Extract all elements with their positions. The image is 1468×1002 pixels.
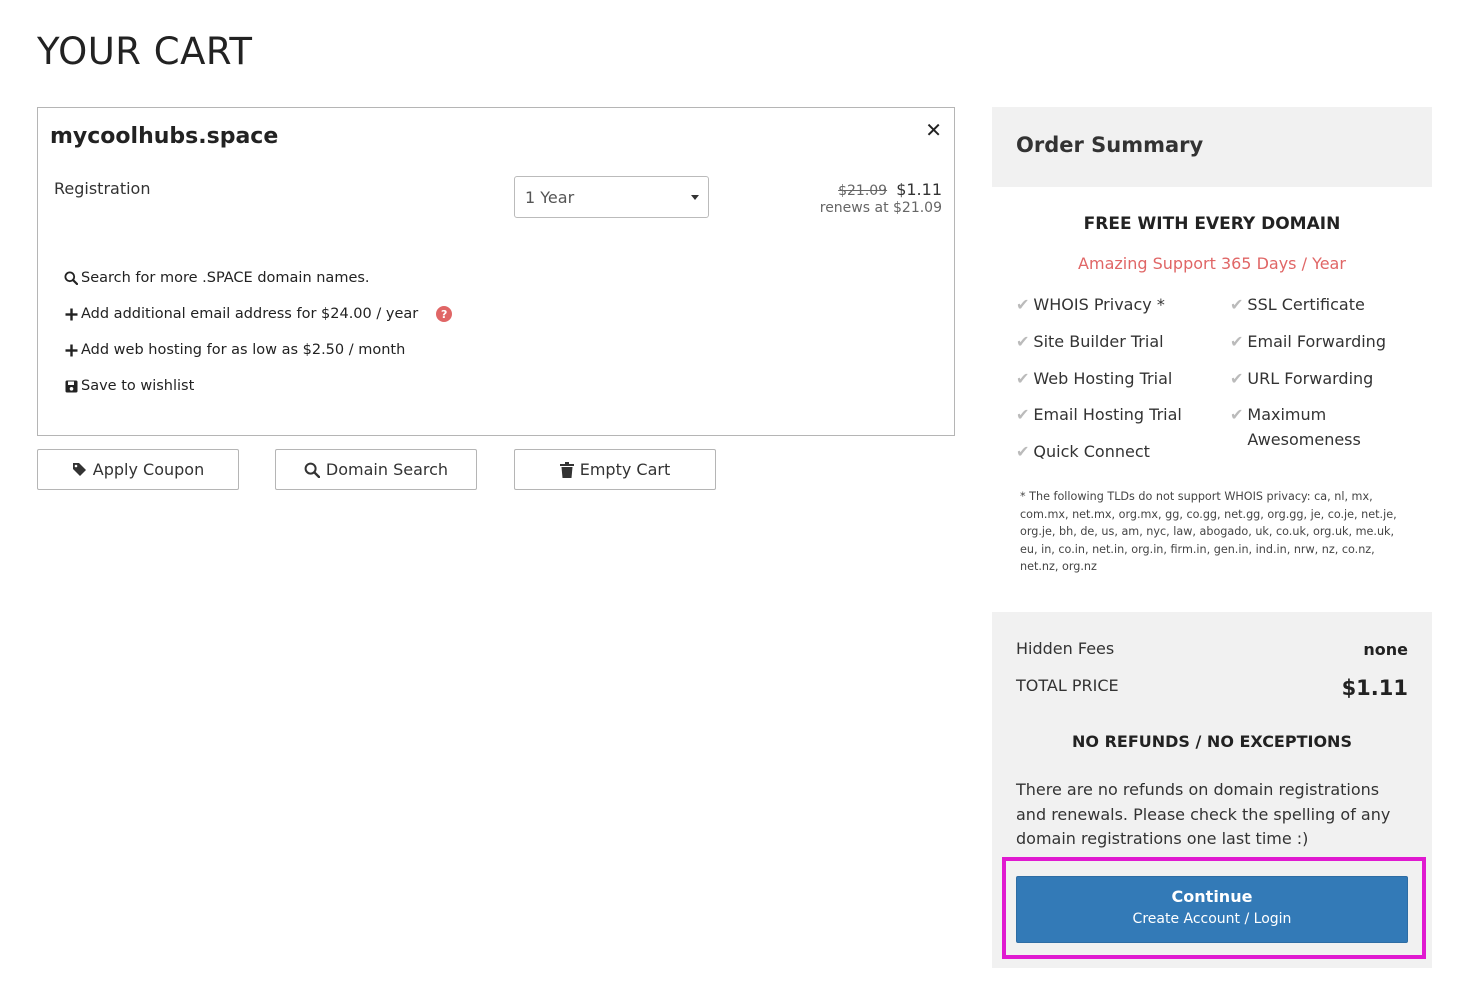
check-icon: ✔ [1016, 442, 1030, 461]
free-with-domain-title: FREE WITH EVERY DOMAIN [1083, 214, 1341, 234]
search-more-link[interactable]: Search for more .SPACE domain names. [63, 268, 452, 288]
empty-cart-label: Empty Cart [579, 460, 671, 479]
feature-item: ✔ Email Hosting Trial [1016, 402, 1182, 427]
feature-item: ✔ URL Forwarding [1230, 366, 1373, 391]
domain-name: mycoolhubs.space [50, 124, 279, 149]
feature-label: Site Builder Trial [1033, 332, 1164, 351]
check-icon: ✔ [1016, 332, 1030, 351]
continue-button[interactable]: Continue Create Account / Login [1016, 876, 1408, 943]
price-block: $21.09 $1.11 renews at $21.09 [820, 180, 942, 216]
feature-item: ✔ WHOIS Privacy * [1016, 292, 1165, 317]
feature-label: WHOIS Privacy * [1033, 295, 1165, 314]
feature-label: URL Forwarding [1247, 369, 1374, 388]
apply-coupon-button[interactable]: Apply Coupon [37, 449, 239, 490]
continue-sublabel: Create Account / Login [1132, 911, 1292, 927]
tag-icon [72, 462, 87, 477]
check-icon: ✔ [1230, 405, 1244, 424]
trash-icon [559, 461, 574, 478]
feature-item: ✔ Maximum Awesomeness [1230, 402, 1380, 452]
feature-label: Maximum Awesomeness [1247, 405, 1361, 449]
domain-search-button[interactable]: Domain Search [275, 449, 477, 490]
feature-label: Web Hosting Trial [1033, 369, 1173, 388]
plus-icon [63, 344, 79, 357]
feature-item: ✔ Site Builder Trial [1016, 329, 1164, 354]
check-icon: ✔ [1016, 295, 1030, 314]
no-refunds-title: NO REFUNDS / NO EXCEPTIONS [1072, 732, 1352, 751]
registration-period-value: 1 Year [525, 187, 575, 207]
check-icon: ✔ [1230, 332, 1244, 351]
order-summary-title: Order Summary [1016, 133, 1204, 157]
check-icon: ✔ [1230, 295, 1244, 314]
renewal-price: renews at $21.09 [819, 200, 942, 216]
feature-label: Quick Connect [1033, 442, 1150, 461]
registration-period-select[interactable]: 1 Year [514, 176, 709, 218]
search-icon [63, 271, 79, 285]
empty-cart-button[interactable]: Empty Cart [514, 449, 716, 490]
registration-label: Registration [54, 179, 151, 198]
current-price: $1.11 [896, 180, 942, 199]
feature-label: Email Forwarding [1247, 332, 1386, 351]
whois-footnote: * The following TLDs do not support WHOI… [1020, 490, 1397, 573]
add-hosting-link[interactable]: Add web hosting for as low as $2.50 / mo… [63, 340, 452, 360]
add-email-link[interactable]: Add additional email address for $24.00 … [63, 304, 453, 324]
check-icon: ✔ [1016, 369, 1030, 388]
feature-item: ✔ Web Hosting Trial [1016, 366, 1172, 391]
order-summary-header: Order Summary [992, 107, 1432, 187]
apply-coupon-label: Apply Coupon [92, 460, 205, 479]
search-icon [304, 462, 320, 478]
continue-label: Continue [1171, 887, 1253, 906]
plus-icon [63, 308, 79, 321]
domain-search-label: Domain Search [325, 460, 449, 479]
hidden-fees-label: Hidden Fees [1016, 639, 1115, 658]
feature-label: Email Hosting Trial [1033, 405, 1182, 424]
no-refunds-text: There are no refunds on domain registrat… [1016, 780, 1391, 848]
feature-item: ✔ Quick Connect [1016, 439, 1150, 464]
feature-item: ✔ Email Forwarding [1230, 329, 1386, 354]
help-question-icon[interactable]: ? [436, 306, 453, 322]
save-wishlist-link[interactable]: Save to wishlist [63, 376, 452, 396]
search-more-label: Search for more .SPACE domain names. [81, 270, 370, 286]
add-hosting-label: Add web hosting for as low as $2.50 / mo… [81, 342, 406, 358]
save-wishlist-label: Save to wishlist [81, 378, 195, 394]
check-icon: ✔ [1230, 369, 1244, 388]
hidden-fees-value: none [1363, 640, 1408, 659]
total-price-label: TOTAL PRICE [1016, 676, 1119, 695]
total-price-value: $1.11 [1341, 676, 1408, 700]
feature-item: ✔ SSL Certificate [1230, 292, 1365, 317]
remove-item-close-icon[interactable]: ✕ [925, 118, 942, 142]
old-price: $21.09 [838, 183, 888, 199]
page-title: YOUR CART [37, 30, 253, 73]
add-email-label: Add additional email address for $24.00 … [81, 306, 419, 322]
feature-label: SSL Certificate [1247, 295, 1365, 314]
support-tagline: Amazing Support 365 Days / Year [1078, 254, 1346, 273]
cart-item-actions: Search for more .SPACE domain names. Add… [63, 268, 453, 412]
cart-item-card: mycoolhubs.space ✕ Registration 1 Year $… [37, 107, 955, 436]
check-icon: ✔ [1016, 405, 1030, 424]
chevron-down-icon [691, 195, 699, 200]
floppy-disk-icon [63, 380, 79, 393]
